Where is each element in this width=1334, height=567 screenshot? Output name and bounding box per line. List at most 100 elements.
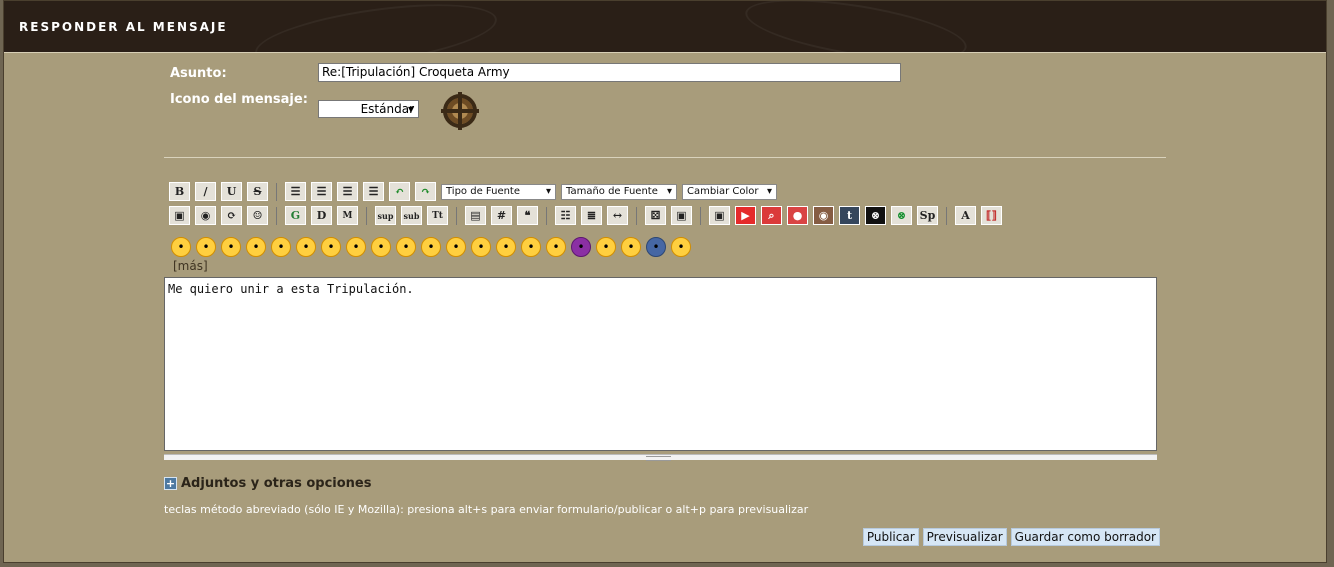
text-style-icon[interactable]: A <box>955 206 976 225</box>
toolbar-separator <box>546 206 547 225</box>
spoiler-button[interactable]: Sp <box>917 206 938 225</box>
rolling-eyes-icon[interactable]: • <box>396 237 416 257</box>
text-format-button[interactable]: Tt <box>427 206 448 225</box>
attachments-toggle[interactable]: + Adjuntos y otras opciones <box>164 476 371 491</box>
grin-icon[interactable]: • <box>221 237 241 257</box>
numbered-list-icon[interactable]: ≣ <box>581 206 602 225</box>
crying-icon[interactable]: • <box>546 237 566 257</box>
chevron-down-icon: ▾ <box>766 186 772 197</box>
globe-icon[interactable]: ◉ <box>195 206 216 225</box>
italic-button[interactable]: / <box>195 182 216 201</box>
superscript-button[interactable]: sup <box>375 206 396 225</box>
page-title: RESPONDER AL MENSAJE <box>19 20 228 34</box>
mention-icon[interactable]: M <box>337 206 358 225</box>
toolbar-separator <box>636 206 637 225</box>
horizontal-rule-icon[interactable]: ↔ <box>607 206 628 225</box>
ship-wheel-icon <box>443 92 477 130</box>
subject-label: Asunto: <box>170 66 227 81</box>
wink-icon[interactable]: • <box>196 237 216 257</box>
toolbar-separator <box>946 206 947 225</box>
angry-icon[interactable]: • <box>271 237 291 257</box>
undo-icon[interactable]: ↶ <box>389 182 410 201</box>
editor-resize-handle[interactable] <box>164 454 1157 461</box>
save-draft-button[interactable]: Guardar como borrador <box>1010 528 1160 546</box>
quote-icon[interactable]: ❝ <box>517 206 538 225</box>
table-icon[interactable]: ▤ <box>465 206 486 225</box>
message-icon-label: Icono del mensaje: <box>170 92 308 107</box>
google-icon[interactable]: G <box>285 206 306 225</box>
font-size-select[interactable]: Tamaño de Fuente ▾ <box>561 183 677 200</box>
devil-icon[interactable]: • <box>571 237 591 257</box>
youtube-icon[interactable]: ▶ <box>735 206 756 225</box>
toolbar-separator <box>276 206 277 225</box>
formatting-toolbar-top: B / U S ☰ ☰ ☰ ☰ ↶ ↷ Tipo de Fuente ▾ Tama… <box>169 182 777 201</box>
image-icon[interactable]: ▣ <box>169 206 190 225</box>
media-icon[interactable]: ● <box>787 206 808 225</box>
action-buttons: Publicar Previsualizar Guardar como borr… <box>862 528 1160 546</box>
confused-icon[interactable]: • <box>496 237 516 257</box>
message-editor[interactable]: Me quiero unir a esta Tripulación. <box>164 277 1157 451</box>
toolbar-separator <box>456 206 457 225</box>
align-right-icon[interactable]: ☰ <box>337 182 358 201</box>
image-upload-icon[interactable]: ▣ <box>671 206 692 225</box>
subject-input[interactable]: Re:[Tripulación] Croqueta Army <box>318 63 901 82</box>
video-search-icon[interactable]: ⌕ <box>761 206 782 225</box>
font-type-select[interactable]: Tipo de Fuente ▾ <box>441 183 556 200</box>
tongue-icon[interactable]: • <box>421 237 441 257</box>
instagram-icon[interactable]: ◉ <box>813 206 834 225</box>
message-icon-value: Estándar <box>360 102 414 116</box>
shocked-icon[interactable]: • <box>321 237 341 257</box>
align-justify-icon[interactable]: ☰ <box>363 182 384 201</box>
image-link-icon[interactable]: ▣ <box>709 206 730 225</box>
user-icon[interactable]: ☺ <box>247 206 268 225</box>
tumblr-icon[interactable]: t <box>839 206 860 225</box>
tears-of-joy-icon[interactable]: • <box>621 237 641 257</box>
xbox-green-icon[interactable]: ⊗ <box>891 206 912 225</box>
happy-icon[interactable]: • <box>596 237 616 257</box>
chevron-down-icon: ▾ <box>545 186 551 197</box>
hash-button[interactable]: # <box>491 206 512 225</box>
police-icon[interactable]: • <box>646 237 666 257</box>
chevron-down-icon: ▾ <box>666 186 672 197</box>
thinking-icon[interactable]: • <box>371 237 391 257</box>
laugh-icon[interactable]: • <box>246 237 266 257</box>
dice-icon[interactable]: ⚄ <box>645 206 666 225</box>
font-color-select[interactable]: Cambiar Color ▾ <box>682 183 777 200</box>
plus-icon: + <box>164 477 177 490</box>
sad-icon[interactable]: • <box>296 237 316 257</box>
align-center-icon[interactable]: ☰ <box>311 182 332 201</box>
smile-icon[interactable]: • <box>171 237 191 257</box>
refresh-icon[interactable]: ⟳ <box>221 206 242 225</box>
align-left-icon[interactable]: ☰ <box>285 182 306 201</box>
chevron-down-icon: ▾ <box>407 102 414 116</box>
toolbar-separator <box>700 206 701 225</box>
angel-icon[interactable]: • <box>671 237 691 257</box>
font-size-value: Tamaño de Fuente <box>566 186 658 197</box>
reply-form-window: RESPONDER AL MENSAJE Asunto: Re:[Tripula… <box>3 0 1327 563</box>
kiss-icon[interactable]: • <box>521 237 541 257</box>
publish-button[interactable]: Publicar <box>862 528 919 546</box>
preview-button[interactable]: Previsualizar <box>922 528 1007 546</box>
shortcut-note: teclas método abreviado (sólo IE y Mozil… <box>164 503 809 516</box>
smiley-list: • • • • • • • • • • • • • • • • • • • • … <box>171 237 691 257</box>
more-smileys-link[interactable]: [más] <box>173 259 208 273</box>
font-type-value: Tipo de Fuente <box>446 186 521 197</box>
bold-button[interactable]: B <box>169 182 190 201</box>
dictionary-icon[interactable]: D <box>311 206 332 225</box>
cool-icon[interactable]: • <box>346 237 366 257</box>
worried-icon[interactable]: • <box>471 237 491 257</box>
subscript-button[interactable]: sub <box>401 206 422 225</box>
redo-icon[interactable]: ↷ <box>415 182 436 201</box>
message-icon-select[interactable]: Estándar ▾ <box>318 100 419 118</box>
clear-format-icon[interactable]: ⟦⟧ <box>981 206 1002 225</box>
bulleted-list-icon[interactable]: ☷ <box>555 206 576 225</box>
toolbar-separator <box>366 206 367 225</box>
underline-button[interactable]: U <box>221 182 242 201</box>
xbox-icon[interactable]: ⊗ <box>865 206 886 225</box>
strikethrough-button[interactable]: S <box>247 182 268 201</box>
toolbar-separator <box>276 182 277 201</box>
reply-header: RESPONDER AL MENSAJE <box>4 1 1326 53</box>
section-divider <box>164 157 1166 158</box>
attachments-label: Adjuntos y otras opciones <box>181 476 372 491</box>
surprised-icon[interactable]: • <box>446 237 466 257</box>
